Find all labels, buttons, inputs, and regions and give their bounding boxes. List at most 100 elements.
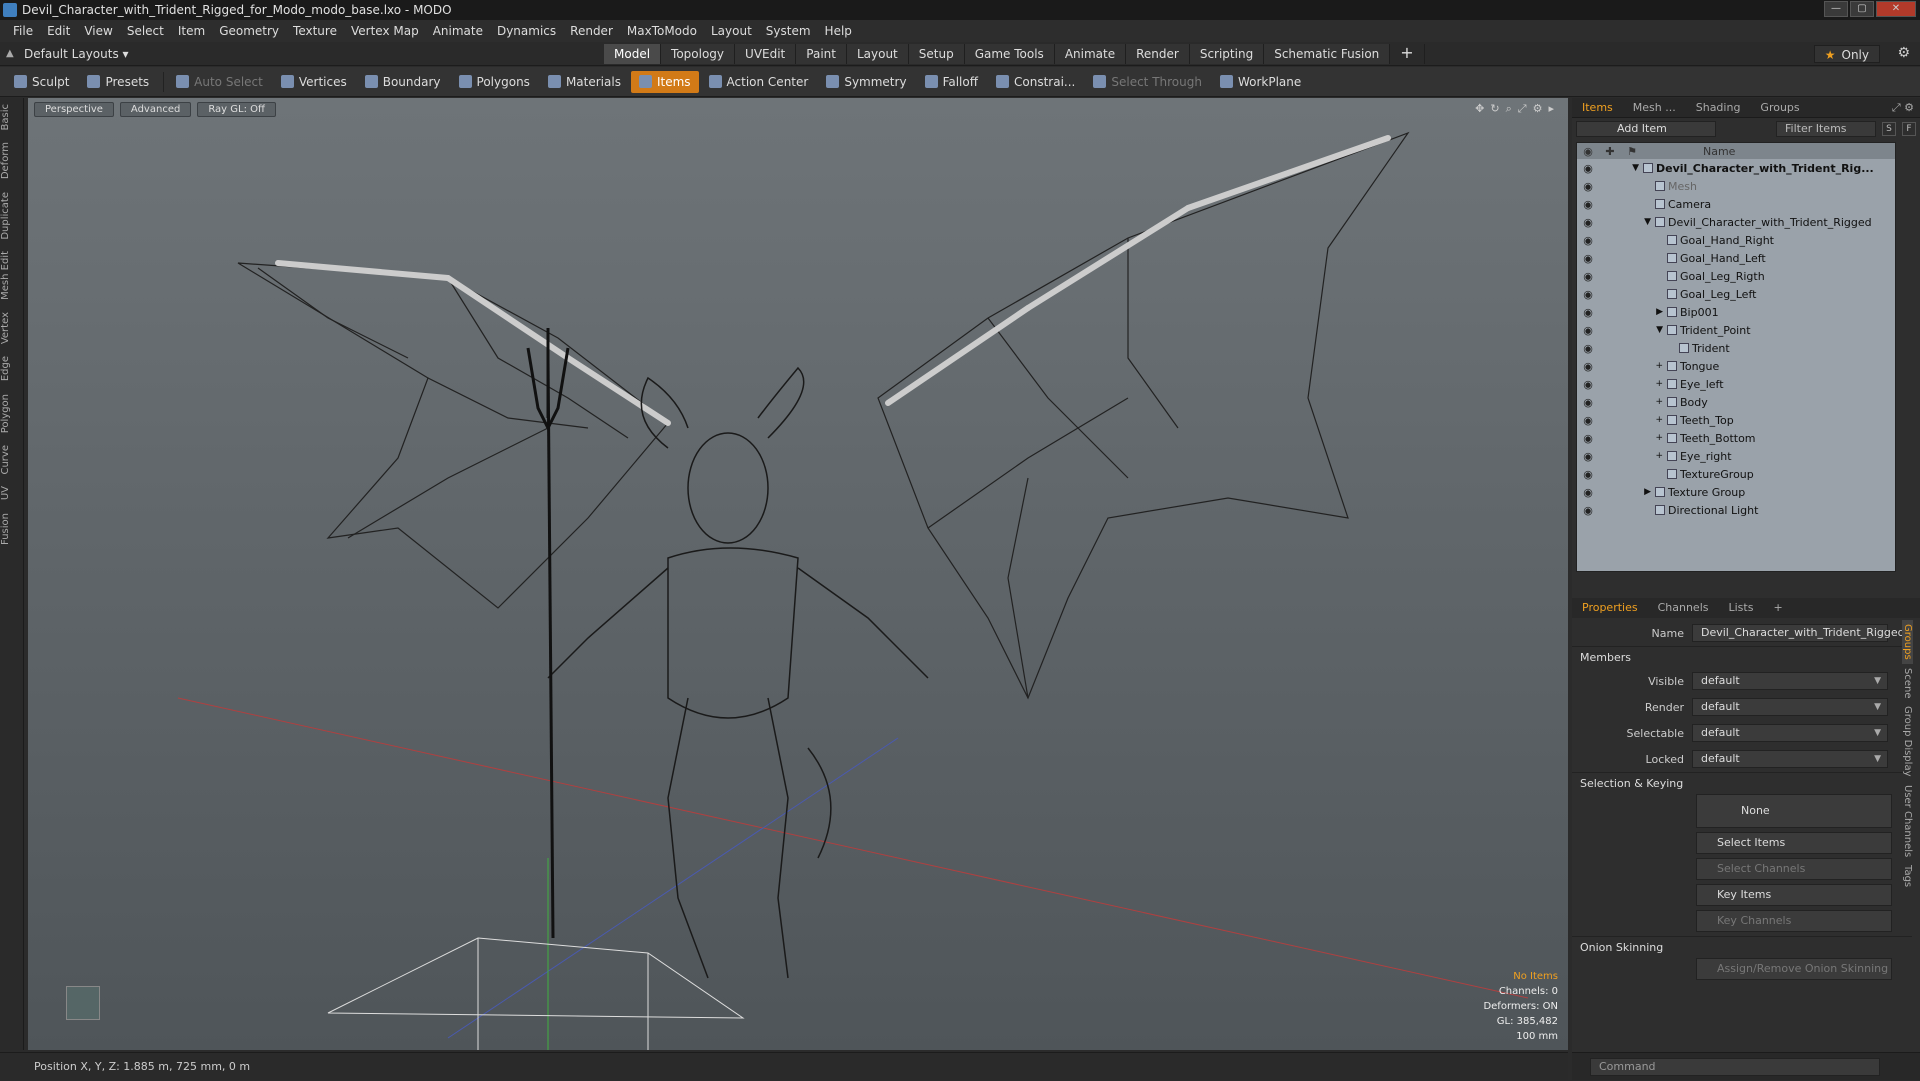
tree-row[interactable]: ◉ + Teeth_Top — [1577, 411, 1895, 429]
select-items-button[interactable]: Select Items — [1696, 832, 1892, 854]
tab-paint[interactable]: Paint — [796, 44, 847, 64]
selection-keying-section[interactable]: Selection & Keying — [1572, 772, 1912, 794]
menu-system[interactable]: System — [759, 20, 818, 42]
auto-select-button[interactable]: Auto Select — [168, 71, 271, 93]
tree-row[interactable]: ◉ Goal_Hand_Right — [1577, 231, 1895, 249]
eye-icon[interactable]: ◉ — [1577, 486, 1599, 499]
tree-row[interactable]: ◉ + Eye_left — [1577, 375, 1895, 393]
materials-button[interactable]: Materials — [540, 71, 629, 93]
left-tab-deform[interactable]: Deform — [0, 136, 22, 185]
tab-schematic-fusion[interactable]: Schematic Fusion — [1264, 44, 1391, 64]
eye-icon[interactable]: ◉ — [1577, 432, 1599, 445]
select-through-button[interactable]: Select Through — [1085, 71, 1210, 93]
eye-icon[interactable]: ◉ — [1577, 378, 1599, 391]
left-tab-polygon[interactable]: Polygon — [0, 388, 22, 439]
side-tab-tags[interactable]: Tags — [1902, 861, 1913, 891]
render-dropdown[interactable]: default ▼ — [1692, 698, 1888, 716]
tree-row[interactable]: ◉ + Eye_right — [1577, 447, 1895, 465]
menu-dynamics[interactable]: Dynamics — [490, 20, 563, 42]
eye-icon[interactable]: ◉ — [1577, 180, 1599, 193]
left-tab-uv[interactable]: UV — [0, 480, 22, 506]
left-tab-mesh-edit[interactable]: Mesh Edit — [0, 245, 22, 306]
key-channels-button[interactable]: Key Channels — [1696, 910, 1892, 932]
expander-icon[interactable]: + — [1599, 361, 1667, 371]
tree-row[interactable]: ◉ Goal_Hand_Left — [1577, 249, 1895, 267]
eye-icon[interactable]: ◉ — [1577, 414, 1599, 427]
expander-icon[interactable]: ▶ — [1599, 487, 1655, 497]
tree-row[interactable]: ◉ Trident — [1577, 339, 1895, 357]
eye-icon[interactable]: ◉ — [1577, 216, 1599, 229]
tab-topology[interactable]: Topology — [661, 44, 736, 64]
expander-icon[interactable]: ▼ — [1599, 217, 1655, 227]
menu-edit[interactable]: Edit — [40, 20, 77, 42]
side-tab-user-channels[interactable]: User Channels — [1902, 781, 1913, 861]
eye-icon[interactable]: ◉ — [1577, 396, 1599, 409]
polygons-button[interactable]: Polygons — [451, 71, 538, 93]
tree-row[interactable]: ◉ Goal_Leg_Left — [1577, 285, 1895, 303]
boundary-button[interactable]: Boundary — [357, 71, 449, 93]
minimize-button[interactable]: — — [1824, 1, 1848, 17]
close-button[interactable]: ✕ — [1876, 1, 1916, 17]
add-item-dropdown[interactable]: Add Item — [1576, 121, 1716, 137]
tree-row[interactable]: ◉ Camera — [1577, 195, 1895, 213]
menu-render[interactable]: Render — [563, 20, 620, 42]
tab-groups[interactable]: Groups — [1750, 98, 1809, 118]
members-section[interactable]: Members — [1572, 646, 1912, 668]
presets-button[interactable]: Presets — [79, 71, 157, 93]
onion-skinning-section[interactable]: Onion Skinning — [1572, 936, 1912, 958]
filter-items-input[interactable]: Filter Items — [1776, 121, 1876, 137]
menu-animate[interactable]: Animate — [426, 20, 490, 42]
tree-row[interactable]: ◉ Directional Light — [1577, 501, 1895, 519]
maximize-button[interactable]: ▢ — [1850, 1, 1874, 17]
default-layouts-dropdown[interactable]: ▲ Default Layouts ▾ — [6, 45, 129, 63]
selectable-dropdown[interactable]: default ▼ — [1692, 724, 1888, 742]
tab-scripting[interactable]: Scripting — [1189, 44, 1265, 64]
eye-icon[interactable]: ◉ — [1577, 342, 1599, 355]
menu-maxtomodo[interactable]: MaxToModo — [620, 20, 704, 42]
eye-icon[interactable]: ◉ — [1577, 162, 1599, 175]
tree-row[interactable]: ◉ ▶ Bip001 — [1577, 303, 1895, 321]
add-tab-icon[interactable]: + — [1390, 44, 1425, 64]
eye-icon[interactable]: ◉ — [1577, 360, 1599, 373]
side-tab-groups[interactable]: Groups — [1902, 620, 1913, 664]
constraints-button[interactable]: Constrai... — [988, 71, 1083, 93]
menu-item[interactable]: Item — [171, 20, 212, 42]
tab-lists[interactable]: Lists — [1719, 598, 1764, 618]
f-toggle-button[interactable]: F — [1902, 122, 1916, 136]
left-tab-edge[interactable]: Edge — [0, 350, 22, 387]
tab-uvedit[interactable]: UVEdit — [735, 44, 797, 64]
tab-setup[interactable]: Setup — [908, 44, 965, 64]
key-items-button[interactable]: Key Items — [1696, 884, 1892, 906]
locked-dropdown[interactable]: default ▼ — [1692, 750, 1888, 768]
left-tab-fusion[interactable]: Fusion — [0, 507, 22, 551]
eye-icon[interactable]: ◉ — [1577, 468, 1599, 481]
tree-row[interactable]: ◉ ▶ Texture Group — [1577, 483, 1895, 501]
expander-icon[interactable]: ▼ — [1599, 163, 1643, 173]
tree-row[interactable]: ◉ + Body — [1577, 393, 1895, 411]
panel-tools-icons[interactable]: ⤢ ⚙ — [1892, 101, 1914, 115]
tree-row[interactable]: ◉ ▼ Trident_Point — [1577, 321, 1895, 339]
only-button[interactable]: ★ Only — [1813, 45, 1880, 63]
expander-icon[interactable]: ▼ — [1599, 325, 1667, 335]
expander-icon[interactable]: + — [1599, 451, 1667, 461]
menu-view[interactable]: View — [77, 20, 119, 42]
vertices-button[interactable]: Vertices — [273, 71, 355, 93]
tab-channels[interactable]: Channels — [1648, 598, 1719, 618]
tab-model[interactable]: Model — [604, 44, 662, 64]
falloff-button[interactable]: Falloff — [917, 71, 986, 93]
eye-icon[interactable]: ◉ — [1577, 270, 1599, 283]
expander-icon[interactable]: + — [1599, 397, 1667, 407]
assign-onion-button[interactable]: Assign/Remove Onion Skinning — [1696, 958, 1892, 980]
tab-game-tools[interactable]: Game Tools — [964, 44, 1055, 64]
menu-texture[interactable]: Texture — [286, 20, 344, 42]
workplane-button[interactable]: WorkPlane — [1212, 71, 1309, 93]
name-field[interactable]: Devil_Character_with_Trident_Rigged — [1692, 624, 1905, 642]
left-tab-duplicate[interactable]: Duplicate — [0, 186, 22, 246]
left-tab-vertex[interactable]: Vertex — [0, 306, 22, 350]
tree-row[interactable]: ◉ TextureGroup — [1577, 465, 1895, 483]
tree-row[interactable]: ◉ ▼ Devil_Character_with_Trident_Rigged — [1577, 213, 1895, 231]
tab-shading[interactable]: Shading — [1686, 98, 1751, 118]
eye-icon[interactable]: ◉ — [1577, 504, 1599, 517]
3d-viewport[interactable]: Perspective Advanced Ray GL: Off ✥ ↻ ⌕ ⤢… — [28, 98, 1568, 1050]
side-tab-scene[interactable]: Scene — [1902, 664, 1913, 703]
